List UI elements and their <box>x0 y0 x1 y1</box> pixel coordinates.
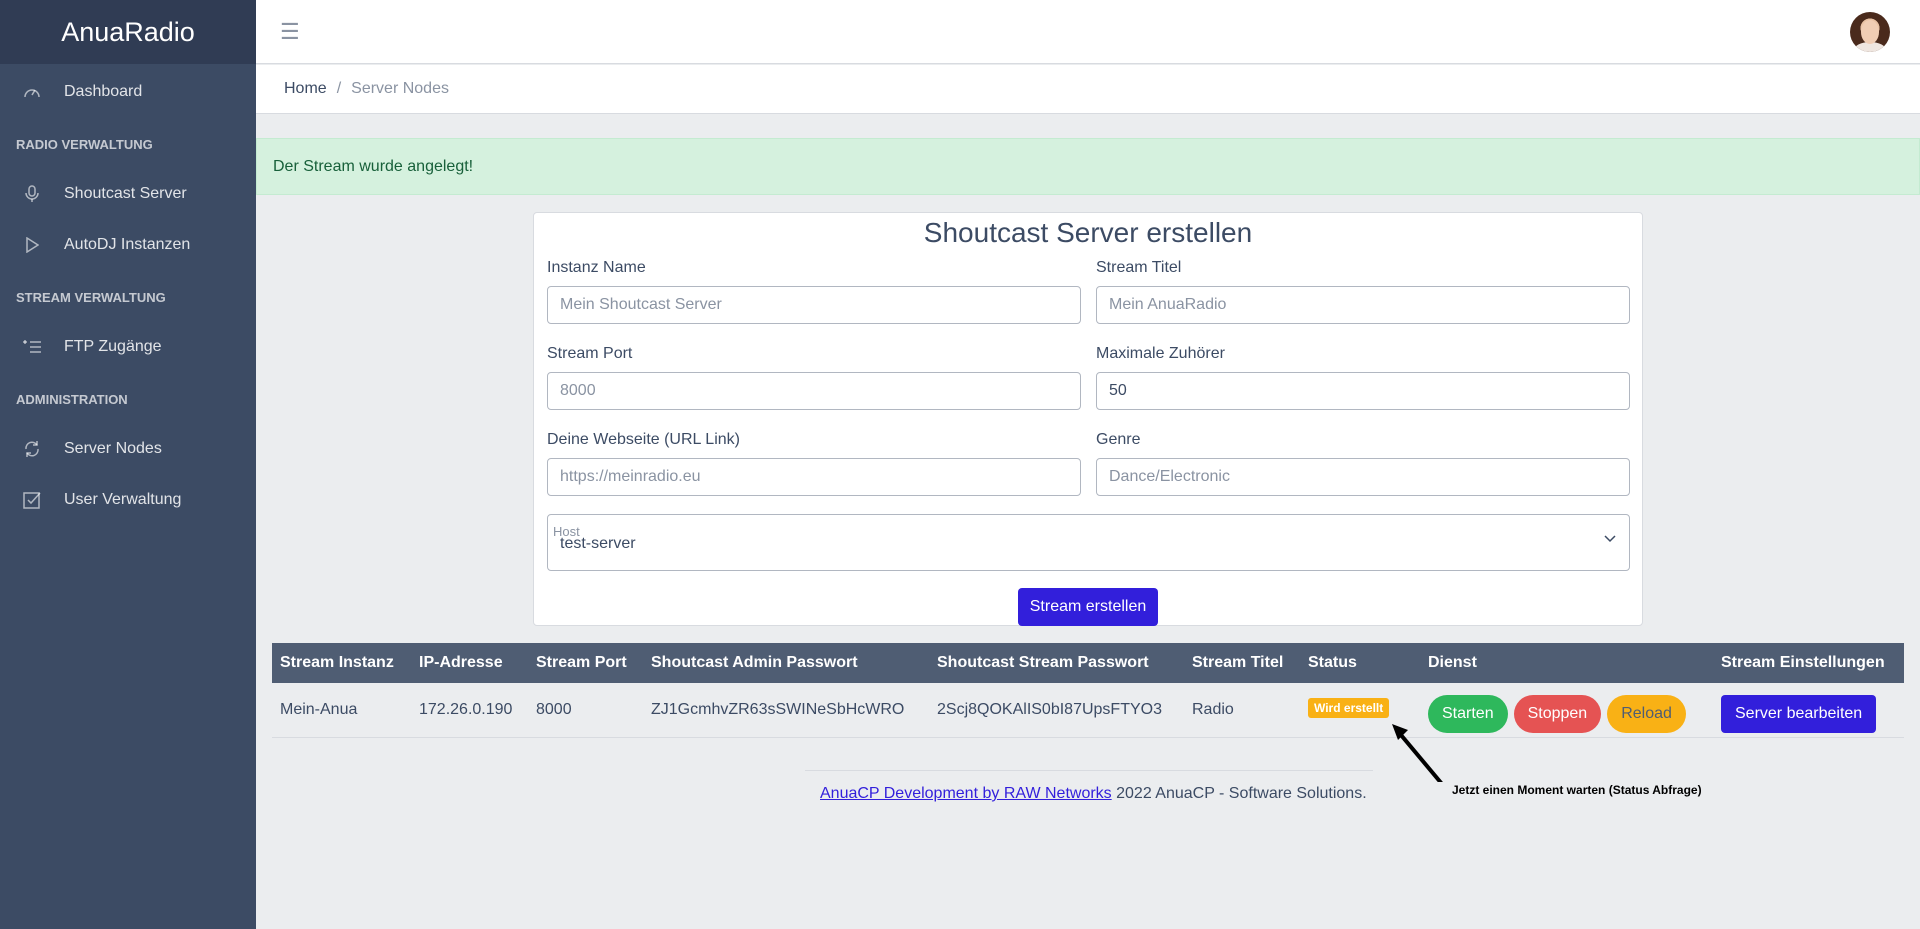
sidebar-item-label: AutoDJ Instanzen <box>64 235 191 253</box>
cell-admin-pw: ZJ1GcmhvZR63sSWINeSbHcWRO <box>651 701 905 718</box>
th-admin-pw: Shoutcast Admin Passwort <box>651 654 858 671</box>
cell-settings: Server bearbeiten <box>1721 683 1877 737</box>
create-server-card: Shoutcast Server erstellen Instanz Name … <box>533 212 1643 626</box>
cell-port: 8000 <box>536 701 572 718</box>
footer: AnuaCP Development by RAW Networks 2022 … <box>820 785 1367 803</box>
th-instance: Stream Instanz <box>280 654 394 671</box>
breadcrumb-current: Server Nodes <box>351 80 449 97</box>
th-status: Status <box>1308 654 1357 671</box>
sidebar-item-shoutcast[interactable]: Shoutcast Server <box>0 168 256 219</box>
website-label: Deine Webseite (URL Link) <box>547 431 740 448</box>
microphone-icon <box>22 184 42 204</box>
stream-title-input[interactable] <box>1096 286 1630 324</box>
form-title: Shoutcast Server erstellen <box>923 217 1253 248</box>
sidebar-item-dashboard[interactable]: Dashboard <box>0 66 256 117</box>
annotation-arrow-icon <box>1392 724 1443 782</box>
sidebar-item-users[interactable]: User Verwaltung <box>0 474 256 525</box>
stream-port-input[interactable] <box>547 372 1081 410</box>
max-listeners-label: Maximale Zuhörer <box>1096 345 1225 362</box>
host-value: test-server <box>560 535 636 552</box>
cell-service: Starten Stoppen Reload <box>1428 683 1692 737</box>
sync-icon <box>22 439 42 459</box>
success-alert: Der Stream wurde angelegt! <box>256 138 1920 195</box>
host-select[interactable]: Host test-server <box>547 514 1630 571</box>
table-row: Mein-Anua 172.26.0.190 8000 ZJ1GcmhvZR63… <box>272 683 1904 738</box>
cell-status: Wird erstellt <box>1308 683 1390 737</box>
check-square-icon <box>22 490 42 510</box>
instance-name-label: Instanz Name <box>547 259 646 276</box>
sidebar-item-autodj[interactable]: AutoDJ Instanzen <box>0 219 256 270</box>
sidebar-item-label: User Verwaltung <box>64 490 182 508</box>
reload-button[interactable]: Reload <box>1607 695 1686 733</box>
sidebar: AnuaRadio Dashboard RADIO VERWALTUNG Sho… <box>0 0 256 929</box>
sidebar-item-label: FTP Zugänge <box>64 337 162 355</box>
list-icon <box>22 337 42 357</box>
footer-link[interactable]: AnuaCP Development by RAW Networks <box>820 785 1112 802</box>
annotation-text: Jetzt einen Moment warten (Status Abfrag… <box>1452 783 1702 797</box>
stop-button[interactable]: Stoppen <box>1513 695 1602 733</box>
sidebar-item-label: Dashboard <box>64 82 143 100</box>
streams-table: Stream Instanz IP-Adresse Stream Port Sh… <box>272 643 1904 738</box>
avatar-face <box>1861 20 1879 44</box>
nav-section-radio: RADIO VERWALTUNG <box>16 136 153 152</box>
stream-port-label: Stream Port <box>547 345 633 362</box>
nav-section-admin: ADMINISTRATION <box>16 391 128 407</box>
edit-server-button[interactable]: Server bearbeiten <box>1721 695 1877 733</box>
play-icon <box>22 235 42 255</box>
genre-label: Genre <box>1096 431 1141 448</box>
breadcrumb-home[interactable]: Home <box>284 80 327 98</box>
th-stream-pw: Shoutcast Stream Passwort <box>937 654 1149 671</box>
cell-instance: Mein-Anua <box>280 701 358 718</box>
nav-section-stream: STREAM VERWALTUNG <box>16 289 166 305</box>
avatar[interactable] <box>1850 12 1890 52</box>
footer-divider <box>805 770 1373 771</box>
instance-name-input[interactable] <box>547 286 1081 324</box>
th-title: Stream Titel <box>1192 654 1284 671</box>
th-port: Stream Port <box>536 654 627 671</box>
brand-logo[interactable]: AnuaRadio <box>0 0 256 64</box>
menu-toggle-icon[interactable]: ☰ <box>280 20 300 44</box>
website-input[interactable] <box>547 458 1081 496</box>
footer-text: 2022 AnuaCP - Software Solutions. <box>1111 785 1367 802</box>
sidebar-item-server-nodes[interactable]: Server Nodes <box>0 423 256 474</box>
breadcrumb: Home / Server Nodes <box>256 65 1920 114</box>
sidebar-item-label: Server Nodes <box>64 439 162 457</box>
cell-title: Radio <box>1192 701 1234 718</box>
sidebar-item-label: Shoutcast Server <box>64 184 187 202</box>
th-service: Dienst <box>1428 654 1477 671</box>
speedometer-icon <box>22 82 42 102</box>
stream-title-label: Stream Titel <box>1096 259 1182 276</box>
header: ☰ <box>256 0 1920 64</box>
cell-ip: 172.26.0.190 <box>419 701 513 718</box>
chevron-down-icon <box>1603 531 1617 548</box>
max-listeners-input[interactable] <box>1096 372 1630 410</box>
genre-input[interactable] <box>1096 458 1630 496</box>
status-badge: Wird erstellt <box>1308 698 1390 718</box>
create-stream-button[interactable]: Stream erstellen <box>1018 588 1158 626</box>
breadcrumb-separator: / <box>336 80 342 97</box>
cell-stream-pw: 2Scj8QOKAlIS0bI87UpsFTYO3 <box>937 701 1162 718</box>
table-header: Stream Instanz IP-Adresse Stream Port Sh… <box>272 643 1904 683</box>
th-ip: IP-Adresse <box>419 654 503 671</box>
sidebar-item-ftp[interactable]: FTP Zugänge <box>0 321 256 372</box>
th-settings: Stream Einstellungen <box>1721 654 1885 671</box>
